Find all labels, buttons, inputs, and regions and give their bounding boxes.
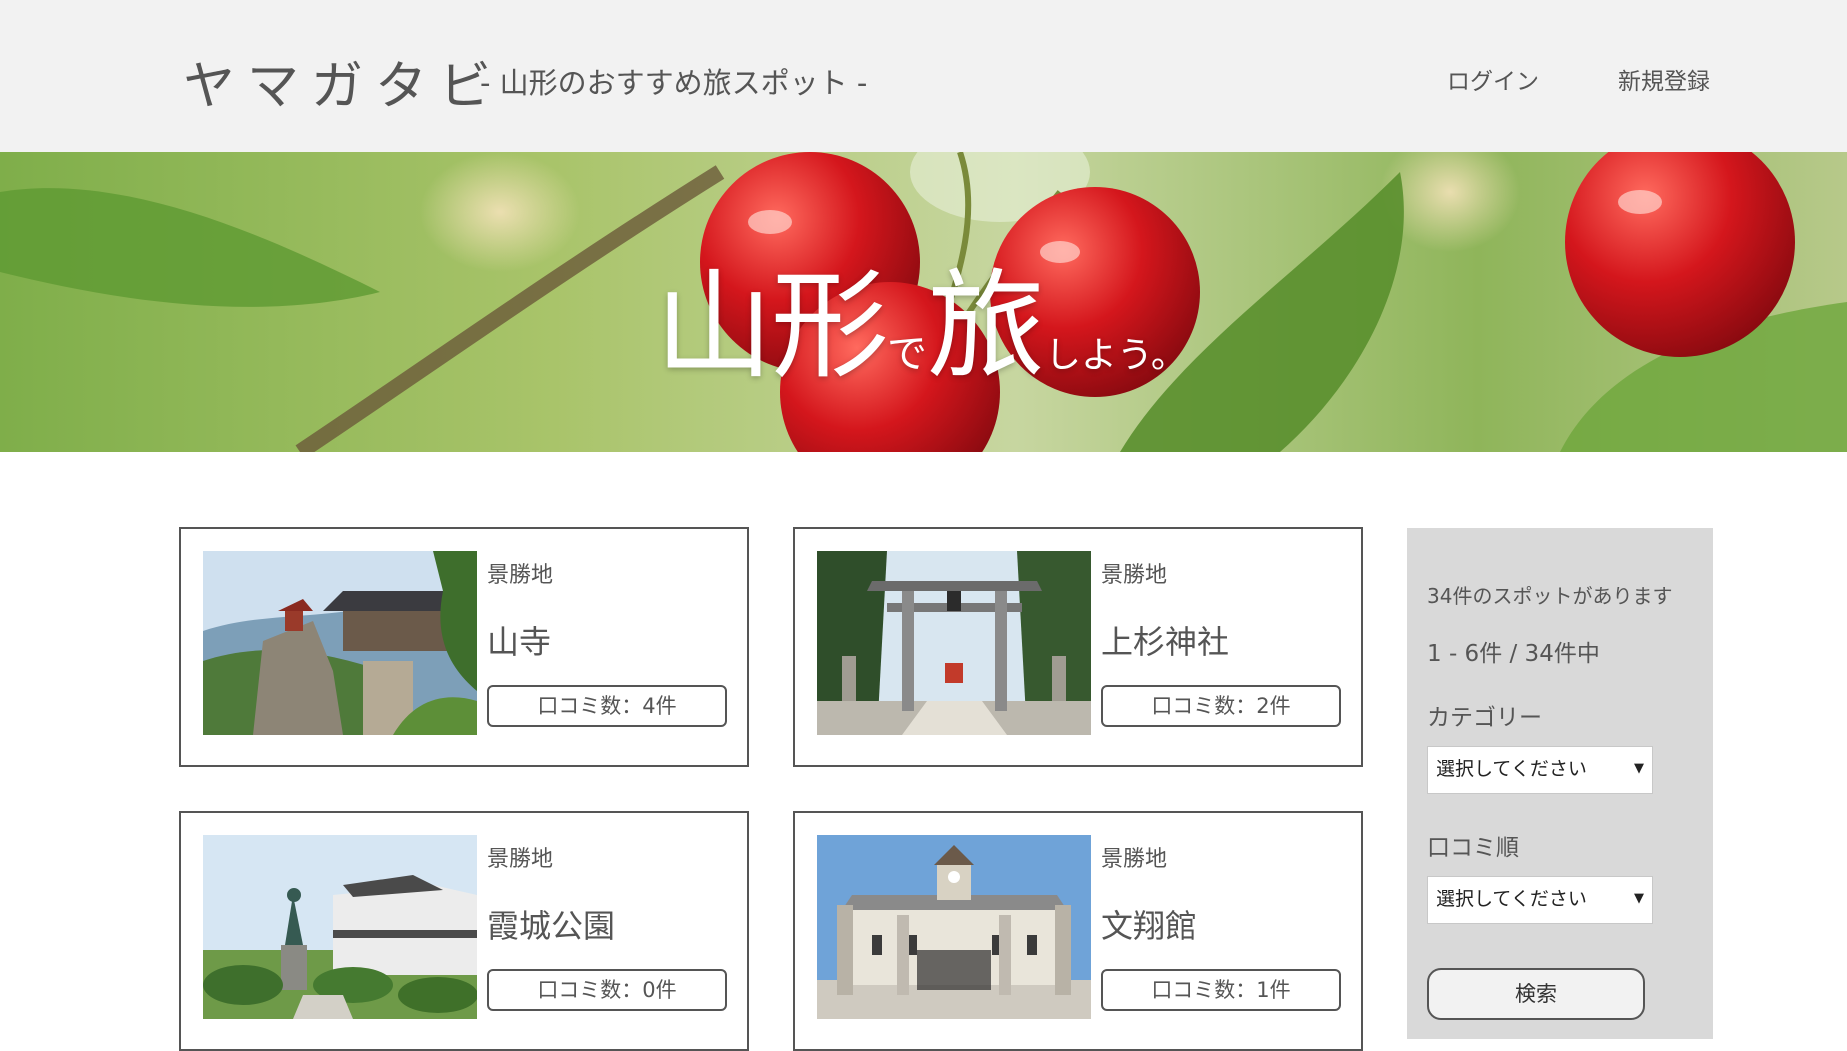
search-sidebar: 34件のスポットがあります 1 - 6件 / 34件中 カテゴリー 選択してくだ… xyxy=(1407,528,1713,1039)
spot-category: 景勝地 xyxy=(1101,563,1168,588)
sort-label: 口コミ順 xyxy=(1427,835,1519,861)
login-link[interactable]: ログイン xyxy=(1447,62,1539,96)
review-count-button[interactable]: 口コミ数：4件 xyxy=(487,685,727,727)
category-select[interactable]: 選択してください ▼ xyxy=(1427,746,1653,794)
spot-name[interactable]: 上杉神社 xyxy=(1101,617,1229,663)
spot-card[interactable]: 景勝地 上杉神社 口コミ数：2件 xyxy=(793,527,1363,767)
site-tagline: - 山形のおすすめ旅スポット - xyxy=(480,66,868,100)
spot-card[interactable]: 景勝地 山寺 口コミ数：4件 xyxy=(179,527,749,767)
search-button[interactable]: 検索 xyxy=(1427,968,1645,1020)
spot-count-text: 34件のスポットがあります xyxy=(1427,584,1673,608)
dropdown-arrow-icon: ▼ xyxy=(1634,891,1644,906)
spot-card[interactable]: 景勝地 文翔館 口コミ数：1件 xyxy=(793,811,1363,1051)
hero-word-yamagata: 山形 xyxy=(655,257,889,395)
pagination-info: 1 - 6件 / 34件中 xyxy=(1427,641,1600,667)
site-logo[interactable]: ヤマガタビ xyxy=(183,44,503,119)
site-header: ヤマガタビ - 山形のおすすめ旅スポット - ログイン 新規登録 xyxy=(0,0,1847,152)
spot-thumbnail-yamadera[interactable] xyxy=(203,551,477,735)
spot-category: 景勝地 xyxy=(487,847,554,872)
register-link[interactable]: 新規登録 xyxy=(1618,62,1710,96)
hero-catchphrase: 山形で旅しよう。 xyxy=(655,230,1187,401)
category-label: カテゴリー xyxy=(1427,705,1542,731)
review-count-button[interactable]: 口コミ数：0件 xyxy=(487,969,727,1011)
spot-name[interactable]: 霞城公園 xyxy=(487,901,615,947)
dropdown-arrow-icon: ▼ xyxy=(1634,761,1644,776)
spot-category: 景勝地 xyxy=(487,563,554,588)
hero-word-tabi: 旅 xyxy=(927,257,1045,395)
spot-thumbnail-kajo-park[interactable] xyxy=(203,835,477,1019)
spot-category: 景勝地 xyxy=(1101,847,1168,872)
category-select-value: 選択してください xyxy=(1436,758,1587,780)
spot-name[interactable]: 文翔館 xyxy=(1101,901,1197,947)
review-count-button[interactable]: 口コミ数：2件 xyxy=(1101,685,1341,727)
hero-word-shiyou: しよう。 xyxy=(1045,335,1187,376)
spot-name[interactable]: 山寺 xyxy=(487,617,551,663)
sort-select-value: 選択してください xyxy=(1436,888,1587,910)
hero-particle: で xyxy=(887,331,928,377)
spot-card[interactable]: 景勝地 霞城公園 口コミ数：0件 xyxy=(179,811,749,1051)
spot-thumbnail-uesugi-shrine[interactable] xyxy=(817,551,1091,735)
review-count-button[interactable]: 口コミ数：1件 xyxy=(1101,969,1341,1011)
sort-select[interactable]: 選択してください ▼ xyxy=(1427,876,1653,924)
spot-thumbnail-bunshokan[interactable] xyxy=(817,835,1091,1019)
hero-banner: 山形で旅しよう。 xyxy=(0,152,1847,452)
